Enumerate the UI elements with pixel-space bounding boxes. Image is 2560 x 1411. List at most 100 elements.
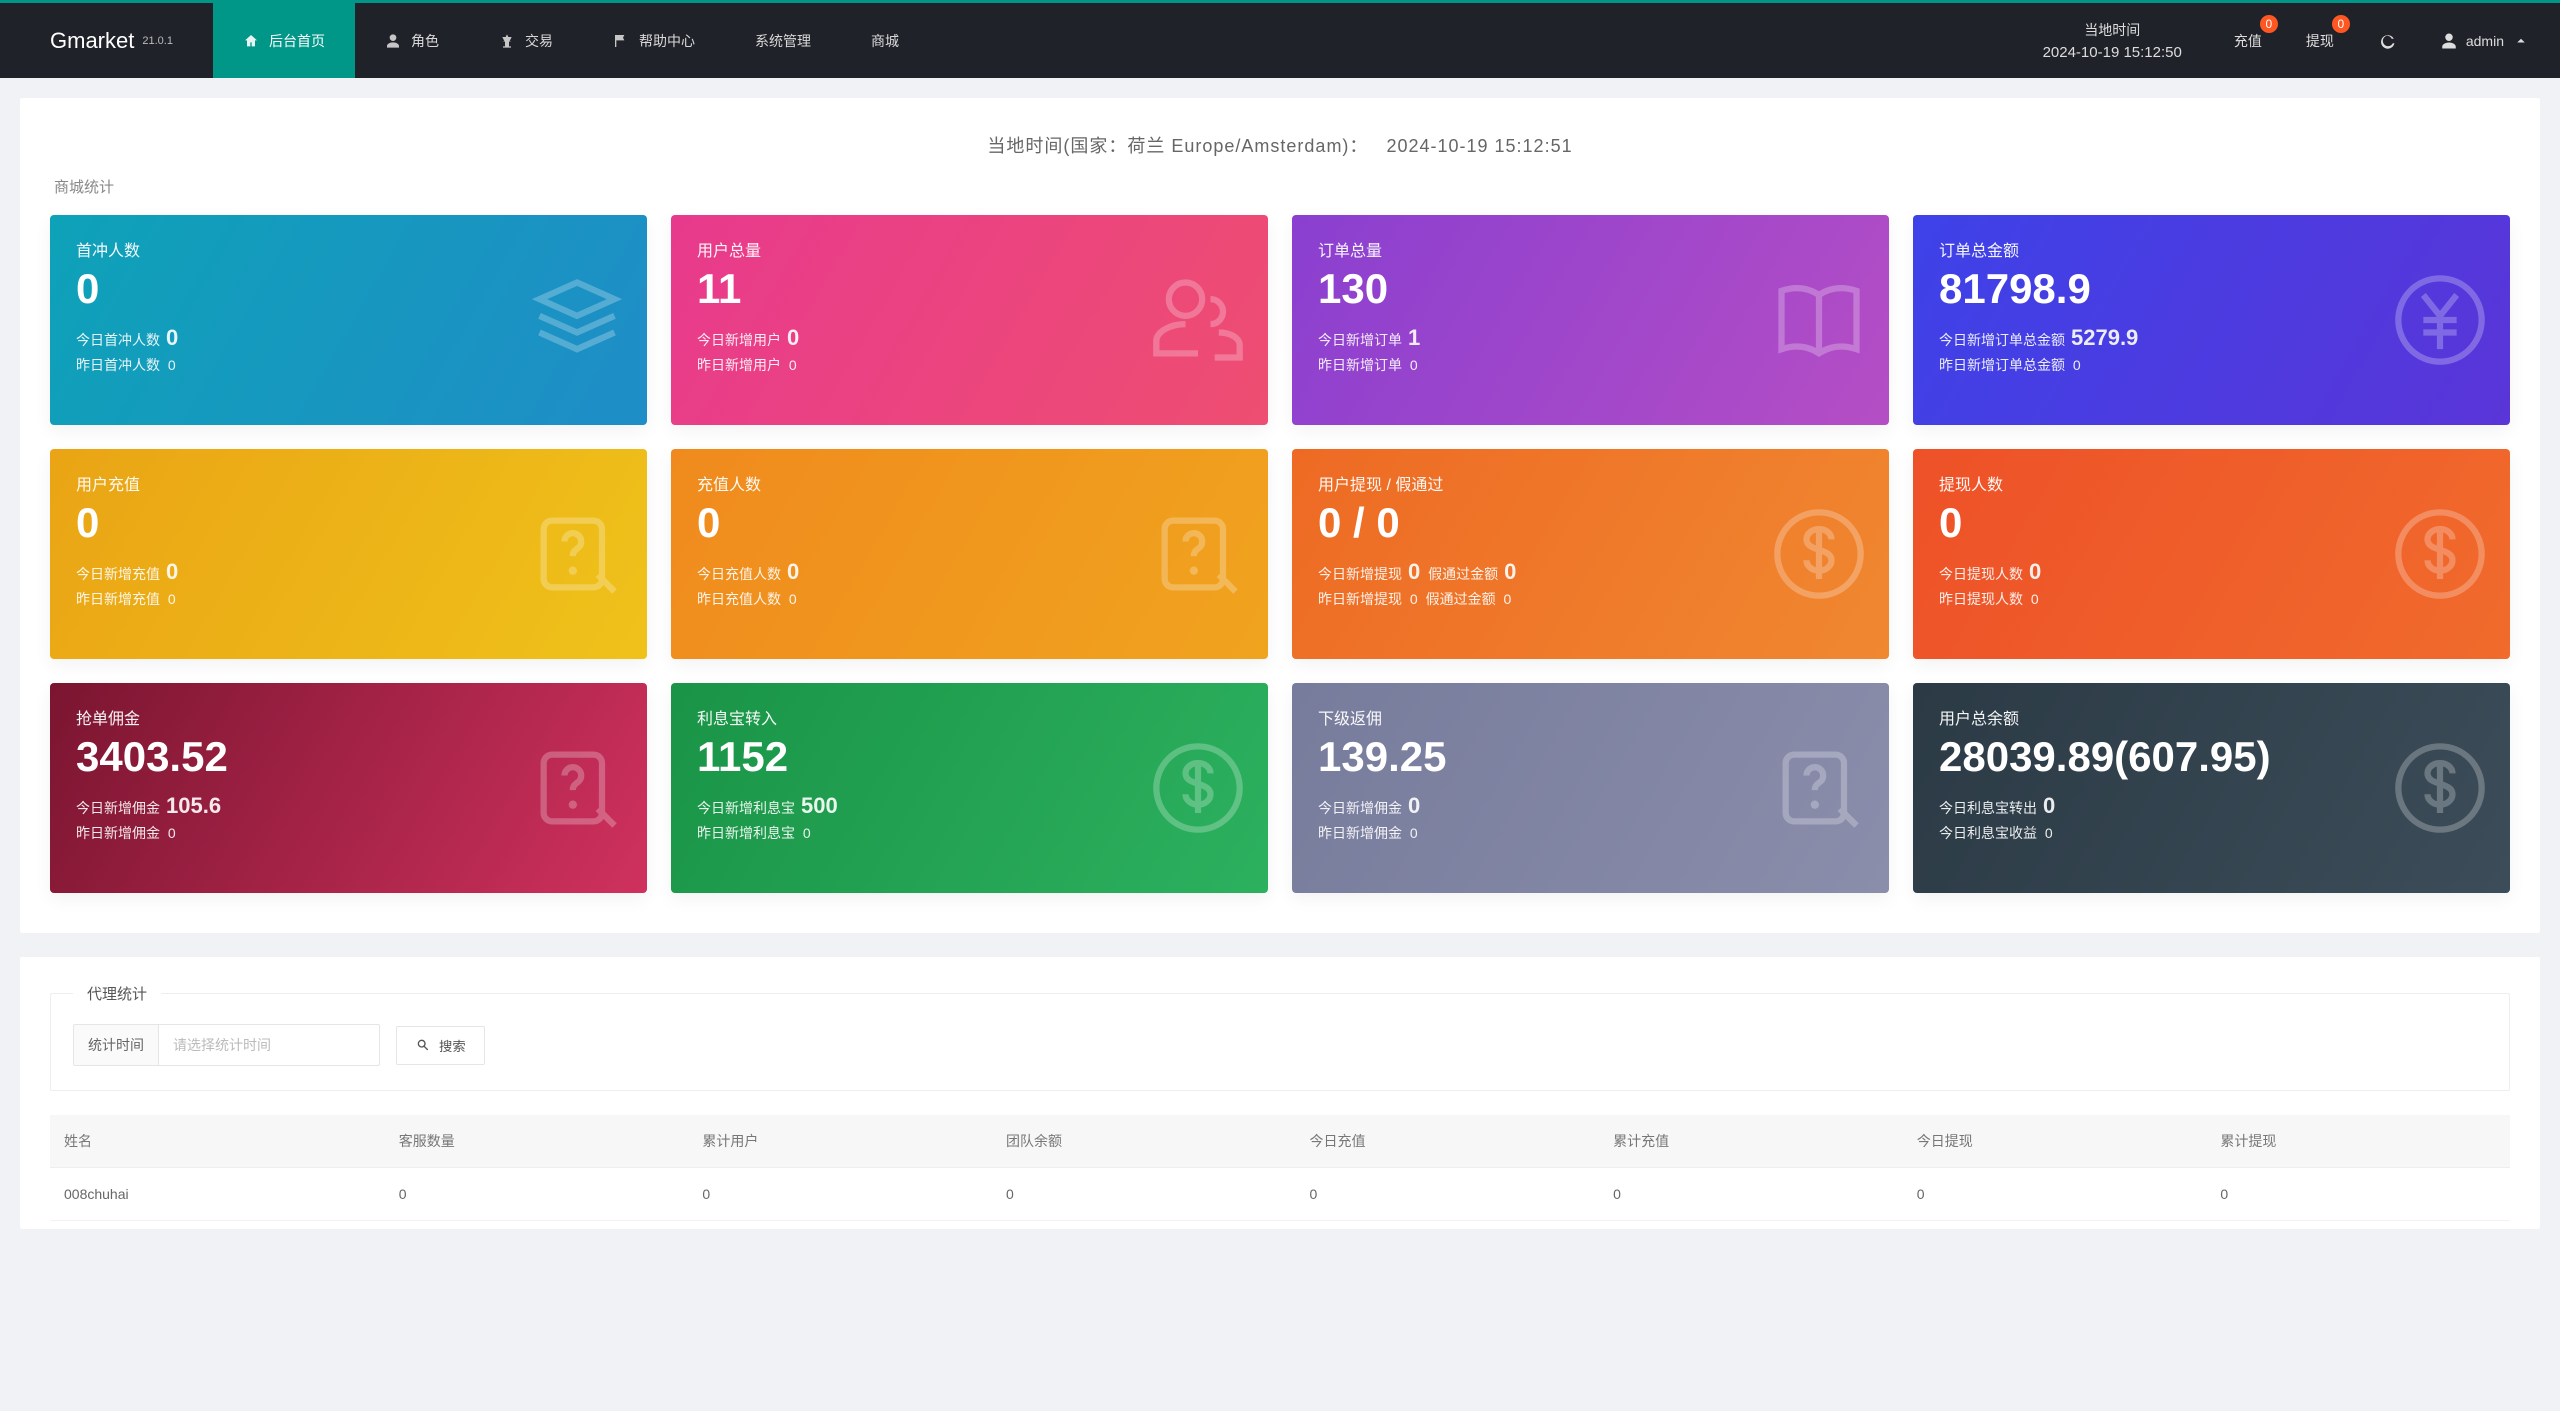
- stat-card-3: 订单总金额81798.9今日新增订单总金额5279.9昨日新增订单总金额 0: [1913, 215, 2510, 425]
- nav-item-0[interactable]: 后台首页: [213, 3, 355, 78]
- user-name: admin: [2466, 33, 2504, 49]
- table-row: 008chuhai0000000: [50, 1168, 2510, 1221]
- recharge-link[interactable]: 充值 0: [2212, 3, 2284, 78]
- header-actions: 充值 0 提现 0 admin: [2212, 3, 2560, 78]
- nav-label: 后台首页: [269, 31, 325, 51]
- home-icon: [243, 33, 259, 49]
- table-cell: 0: [1903, 1168, 2207, 1221]
- scale-icon: [499, 33, 515, 49]
- nav-label: 商城: [871, 31, 899, 51]
- user-menu[interactable]: admin: [2418, 3, 2560, 78]
- table-header: 累计充值: [1599, 1115, 1903, 1168]
- table-cell: 0: [1296, 1168, 1600, 1221]
- agent-stats-panel: 代理统计 统计时间 搜索 姓名客服数量累计用户团队余额今日充值累计充值今日提现累…: [20, 957, 2540, 1229]
- table-cell: 0: [992, 1168, 1296, 1221]
- nav-label: 角色: [411, 31, 439, 51]
- nav-label: 系统管理: [755, 31, 811, 51]
- card-title: 首冲人数: [76, 237, 621, 261]
- stat-card-10: 下级返佣139.25今日新增佣金0昨日新增佣金 0: [1292, 683, 1889, 893]
- stat-time-input[interactable]: [159, 1027, 379, 1063]
- card-title: 利息宝转入: [697, 705, 1242, 729]
- dollar-icon: [1148, 738, 1248, 838]
- card-title: 抢单佣金: [76, 705, 621, 729]
- table-cell: 0: [2206, 1168, 2510, 1221]
- card-title: 订单总金额: [1939, 237, 2484, 261]
- card-title: 提现人数: [1939, 471, 2484, 495]
- stat-card-7: 提现人数0今日提现人数0昨日提现人数 0: [1913, 449, 2510, 659]
- card-title: 充值人数: [697, 471, 1242, 495]
- book-icon: [1769, 270, 1869, 370]
- stat-card-5: 充值人数0今日充值人数0昨日充值人数 0: [671, 449, 1268, 659]
- stat-card-2: 订单总量130今日新增订单1昨日新增订单 0: [1292, 215, 1889, 425]
- table-cell: 008chuhai: [50, 1168, 385, 1221]
- table-header: 客服数量: [385, 1115, 689, 1168]
- stat-card-8: 抢单佣金3403.52今日新增佣金105.6昨日新增佣金 0: [50, 683, 647, 893]
- nav-label: 交易: [525, 31, 553, 51]
- table-cell: 0: [688, 1168, 992, 1221]
- chevron-up-icon: [2512, 32, 2530, 50]
- table-header: 今日充值: [1296, 1115, 1600, 1168]
- stat-time-label: 统计时间: [74, 1025, 159, 1065]
- main-nav: 后台首页 角色 交易 帮助中心 系统管理 商城: [213, 3, 929, 78]
- layers-icon: [527, 270, 627, 370]
- card-title: 用户提现 / 假通过: [1318, 471, 1863, 495]
- card-title: 用户充值: [76, 471, 621, 495]
- question-icon: [1148, 504, 1248, 604]
- stat-card-4: 用户充值0今日新增充值0昨日新增充值 0: [50, 449, 647, 659]
- nav-item-1[interactable]: 角色: [355, 3, 469, 78]
- clock-value: 2024-10-19 15:12:50: [2043, 44, 2182, 61]
- refresh-icon: [2378, 32, 2396, 50]
- header-clock: 当地时间 2024-10-19 15:12:50: [2013, 3, 2212, 78]
- nav-item-5[interactable]: 商城: [841, 3, 929, 78]
- table-header: 团队余额: [992, 1115, 1296, 1168]
- table-header: 累计提现: [2206, 1115, 2510, 1168]
- table-cell: 0: [385, 1168, 689, 1221]
- recharge-badge: 0: [2260, 15, 2278, 33]
- stat-card-1: 用户总量11今日新增用户0昨日新增用户 0: [671, 215, 1268, 425]
- brand-version: 21.0.1: [142, 35, 173, 47]
- nav-item-4[interactable]: 系统管理: [725, 3, 841, 78]
- section-title-agent: 代理统计: [73, 983, 161, 1004]
- nav-label: 帮助中心: [639, 31, 695, 51]
- mall-stats-panel: 当地时间(国家：荷兰 Europe/Amsterdam)： 2024-10-19…: [20, 98, 2540, 933]
- user-icon: [385, 33, 401, 49]
- card-title: 订单总量: [1318, 237, 1863, 261]
- dollar-icon: [2390, 738, 2490, 838]
- section-title-mall: 商城统计: [50, 166, 2510, 215]
- nav-item-3[interactable]: 帮助中心: [583, 3, 725, 78]
- withdraw-badge: 0: [2332, 15, 2350, 33]
- brand-name: Gmarket: [50, 28, 134, 54]
- users-icon: [1148, 270, 1248, 370]
- card-title: 用户总余额: [1939, 705, 2484, 729]
- card-title: 下级返佣: [1318, 705, 1863, 729]
- search-icon: [415, 1037, 431, 1053]
- card-title: 用户总量: [697, 237, 1242, 261]
- stat-card-11: 用户总余额28039.89(607.95)今日利息宝转出0今日利息宝收益 0: [1913, 683, 2510, 893]
- table-cell: 0: [1599, 1168, 1903, 1221]
- table-header: 累计用户: [688, 1115, 992, 1168]
- clock-label: 当地时间: [2084, 20, 2140, 40]
- stat-time-input-group: 统计时间: [73, 1024, 380, 1066]
- refresh-button[interactable]: [2356, 3, 2418, 78]
- dollar-icon: [1769, 504, 1869, 604]
- table-header: 今日提现: [1903, 1115, 2207, 1168]
- user-icon: [2440, 32, 2458, 50]
- stat-card-9: 利息宝转入1152今日新增利息宝500昨日新增利息宝 0: [671, 683, 1268, 893]
- local-time: 当地时间(国家：荷兰 Europe/Amsterdam)： 2024-10-19…: [50, 118, 2510, 166]
- yen-icon: [2390, 270, 2490, 370]
- agent-table: 姓名客服数量累计用户团队余额今日充值累计充值今日提现累计提现 008chuhai…: [50, 1115, 2510, 1221]
- question-icon: [1769, 738, 1869, 838]
- table-header: 姓名: [50, 1115, 385, 1168]
- top-nav: Gmarket 21.0.1 后台首页 角色 交易 帮助中心 系统管理 商城 当地时间 2…: [0, 0, 2560, 78]
- flag-icon: [613, 33, 629, 49]
- question-icon: [527, 504, 627, 604]
- question-icon: [527, 738, 627, 838]
- stat-card-0: 首冲人数0今日首冲人数0昨日首冲人数 0: [50, 215, 647, 425]
- stat-cards: 首冲人数0今日首冲人数0昨日首冲人数 0用户总量11今日新增用户0昨日新增用户 …: [50, 215, 2510, 893]
- nav-item-2[interactable]: 交易: [469, 3, 583, 78]
- stat-card-6: 用户提现 / 假通过0 / 0今日新增提现0 假通过金额0昨日新增提现 0 假通…: [1292, 449, 1889, 659]
- withdraw-link[interactable]: 提现 0: [2284, 3, 2356, 78]
- search-button[interactable]: 搜索: [396, 1026, 485, 1065]
- dollar-icon: [2390, 504, 2490, 604]
- brand: Gmarket 21.0.1: [0, 3, 213, 78]
